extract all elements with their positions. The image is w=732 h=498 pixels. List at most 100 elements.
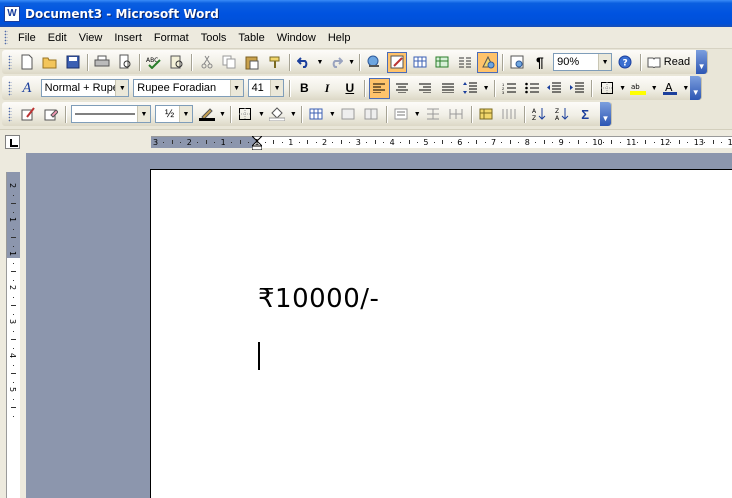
insert-excel-icon[interactable] xyxy=(432,52,453,73)
tab-selector-icon[interactable] xyxy=(5,135,20,149)
paste-icon[interactable] xyxy=(242,52,263,73)
chevron-down-icon[interactable]: ▼ xyxy=(137,106,150,122)
research-icon[interactable] xyxy=(167,52,188,73)
numbering-icon[interactable]: 123 xyxy=(499,78,520,99)
highlight-dropdown-icon[interactable]: ▼ xyxy=(651,85,658,92)
print-preview-icon[interactable] xyxy=(114,52,135,73)
save-icon[interactable] xyxy=(62,52,83,73)
line-spacing-icon[interactable] xyxy=(460,78,481,99)
toolbar-grip[interactable] xyxy=(8,106,12,122)
distribute-columns-icon[interactable] xyxy=(446,104,467,125)
insert-table-icon[interactable] xyxy=(409,52,430,73)
toolbar-options-icon[interactable]: ▼ xyxy=(690,76,702,100)
open-icon[interactable] xyxy=(40,52,61,73)
zoom-combo[interactable]: 90% ▼ xyxy=(553,53,613,71)
toolbar-grip[interactable] xyxy=(8,80,12,96)
line-style-combo[interactable]: ▼ xyxy=(71,105,151,123)
document-text[interactable]: ₹10000/- xyxy=(258,284,379,314)
table-border-dropdown-icon[interactable]: ▼ xyxy=(258,111,265,118)
increase-indent-icon[interactable] xyxy=(567,78,588,99)
redo-icon[interactable] xyxy=(325,52,346,73)
menu-view[interactable]: View xyxy=(73,27,109,49)
menu-file[interactable]: File xyxy=(12,27,42,49)
menu-format[interactable]: Format xyxy=(148,27,195,49)
undo-dropdown-icon[interactable]: ▼ xyxy=(317,59,324,66)
title-bar[interactable]: W Document3 - Microsoft Word xyxy=(0,0,732,27)
word-app-icon[interactable]: W xyxy=(4,5,20,22)
outside-border-icon[interactable] xyxy=(596,78,617,99)
vertical-ruler[interactable]: 2 1 1 2 3 4 5 xyxy=(6,172,20,498)
read-button[interactable]: Read xyxy=(644,56,696,68)
chevron-down-icon[interactable]: ▼ xyxy=(229,80,243,96)
bullets-icon[interactable] xyxy=(521,78,542,99)
spelling-icon[interactable]: ABC xyxy=(144,52,165,73)
highlight-icon[interactable]: ab xyxy=(628,78,649,99)
shading-icon[interactable] xyxy=(267,104,288,125)
autofit-icon[interactable] xyxy=(499,104,520,125)
distribute-rows-icon[interactable] xyxy=(423,104,444,125)
document-page[interactable]: ₹10000/- xyxy=(150,169,732,498)
columns-icon[interactable] xyxy=(455,52,476,73)
toolbar-options-icon[interactable]: ▼ xyxy=(696,50,707,74)
toolbar-options-icon[interactable]: ▼ xyxy=(600,102,611,126)
merge-cells-icon[interactable] xyxy=(338,104,359,125)
copy-icon[interactable] xyxy=(219,52,240,73)
line-weight-combo[interactable]: ½ ▼ xyxy=(155,105,193,123)
decrease-indent-icon[interactable] xyxy=(544,78,565,99)
format-painter-icon[interactable] xyxy=(264,52,285,73)
font-color-icon[interactable]: A xyxy=(660,78,681,99)
styles-formatting-icon[interactable]: A xyxy=(17,78,38,99)
align-cell-icon[interactable] xyxy=(391,104,412,125)
font-size-combo[interactable]: 41 ▼ xyxy=(247,79,285,97)
menu-help[interactable]: Help xyxy=(322,27,357,49)
align-right-icon[interactable] xyxy=(415,78,436,99)
italic-button[interactable]: I xyxy=(317,78,338,99)
chevron-down-icon[interactable]: ▼ xyxy=(270,80,284,96)
show-hide-icon[interactable]: ¶ xyxy=(530,52,551,73)
border-color-dropdown-icon[interactable]: ▼ xyxy=(219,111,226,118)
eraser-icon[interactable] xyxy=(40,104,61,125)
line-spacing-dropdown-icon[interactable]: ▼ xyxy=(483,85,490,92)
sort-descending-icon[interactable]: ZA xyxy=(552,104,573,125)
menu-table[interactable]: Table xyxy=(232,27,270,49)
underline-button[interactable]: U xyxy=(339,78,360,99)
autosum-icon[interactable]: Σ xyxy=(575,104,596,125)
chevron-down-icon[interactable]: ▼ xyxy=(115,80,129,96)
justify-icon[interactable] xyxy=(437,78,458,99)
menu-grip[interactable] xyxy=(4,30,8,45)
new-icon[interactable] xyxy=(17,52,38,73)
menu-insert[interactable]: Insert xyxy=(108,27,148,49)
undo-icon[interactable] xyxy=(294,52,315,73)
insert-table-dropdown-icon[interactable]: ▼ xyxy=(329,111,336,118)
redo-dropdown-icon[interactable]: ▼ xyxy=(348,59,355,66)
drawing-icon[interactable] xyxy=(477,51,498,73)
menu-edit[interactable]: Edit xyxy=(42,27,73,49)
align-cell-dropdown-icon[interactable]: ▼ xyxy=(414,111,421,118)
insert-table-icon[interactable] xyxy=(306,104,327,125)
border-color-icon[interactable] xyxy=(196,104,217,125)
split-cells-icon[interactable] xyxy=(361,104,382,125)
border-dropdown-icon[interactable]: ▼ xyxy=(619,85,626,92)
cut-icon[interactable] xyxy=(196,52,217,73)
document-map-icon[interactable] xyxy=(507,52,528,73)
sort-ascending-icon[interactable]: AZ xyxy=(529,104,550,125)
chevron-down-icon[interactable]: ▼ xyxy=(598,54,612,70)
help-icon[interactable]: ? xyxy=(615,52,636,73)
print-icon[interactable] xyxy=(92,52,113,73)
font-combo[interactable]: Rupee Foradian ▼ xyxy=(133,79,244,97)
bold-button[interactable]: B xyxy=(294,78,315,99)
align-left-icon[interactable] xyxy=(369,77,390,99)
menu-tools[interactable]: Tools xyxy=(195,27,233,49)
chevron-down-icon[interactable]: ▼ xyxy=(179,106,192,122)
align-center-icon[interactable] xyxy=(392,78,413,99)
tables-borders-icon[interactable] xyxy=(386,51,408,73)
menu-window[interactable]: Window xyxy=(271,27,322,49)
table-autoformat-icon[interactable] xyxy=(476,104,497,125)
toolbar-grip[interactable] xyxy=(8,54,12,70)
horizontal-ruler[interactable]: 32111234567891011121314 xyxy=(151,136,732,150)
font-color-dropdown-icon[interactable]: ▼ xyxy=(682,85,689,92)
style-combo[interactable]: Normal + Rupe ▼ xyxy=(40,79,130,97)
hyperlink-icon[interactable] xyxy=(364,52,385,73)
shading-dropdown-icon[interactable]: ▼ xyxy=(290,111,297,118)
draw-table-icon[interactable] xyxy=(17,104,38,125)
